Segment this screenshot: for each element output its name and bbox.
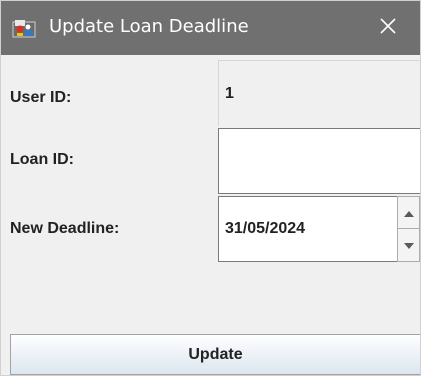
spinner-down-icon [403, 236, 414, 254]
title-bar[interactable]: Update Loan Deadline [1, 1, 420, 55]
user-id-field: 1 [218, 60, 420, 126]
loan-id-label: Loan ID: [10, 151, 74, 168]
user-id-label: User ID: [10, 89, 72, 106]
spinner-down-button[interactable] [398, 229, 419, 261]
close-icon [379, 17, 397, 40]
update-loan-deadline-window: Update Loan Deadline User ID: 1 Loan ID:… [0, 0, 421, 376]
deadline-spinner-buttons [397, 196, 420, 262]
loan-id-input[interactable] [218, 128, 420, 194]
update-button[interactable]: Update [10, 334, 420, 375]
new-deadline-label: New Deadline: [10, 220, 120, 237]
new-deadline-spinner-field[interactable]: 31/05/2024 [218, 196, 397, 262]
close-button[interactable] [356, 1, 420, 55]
window-title: Update Loan Deadline [49, 16, 249, 37]
spinner-up-button[interactable] [398, 197, 419, 229]
spinner-up-icon [403, 204, 414, 222]
app-icon [12, 18, 38, 40]
